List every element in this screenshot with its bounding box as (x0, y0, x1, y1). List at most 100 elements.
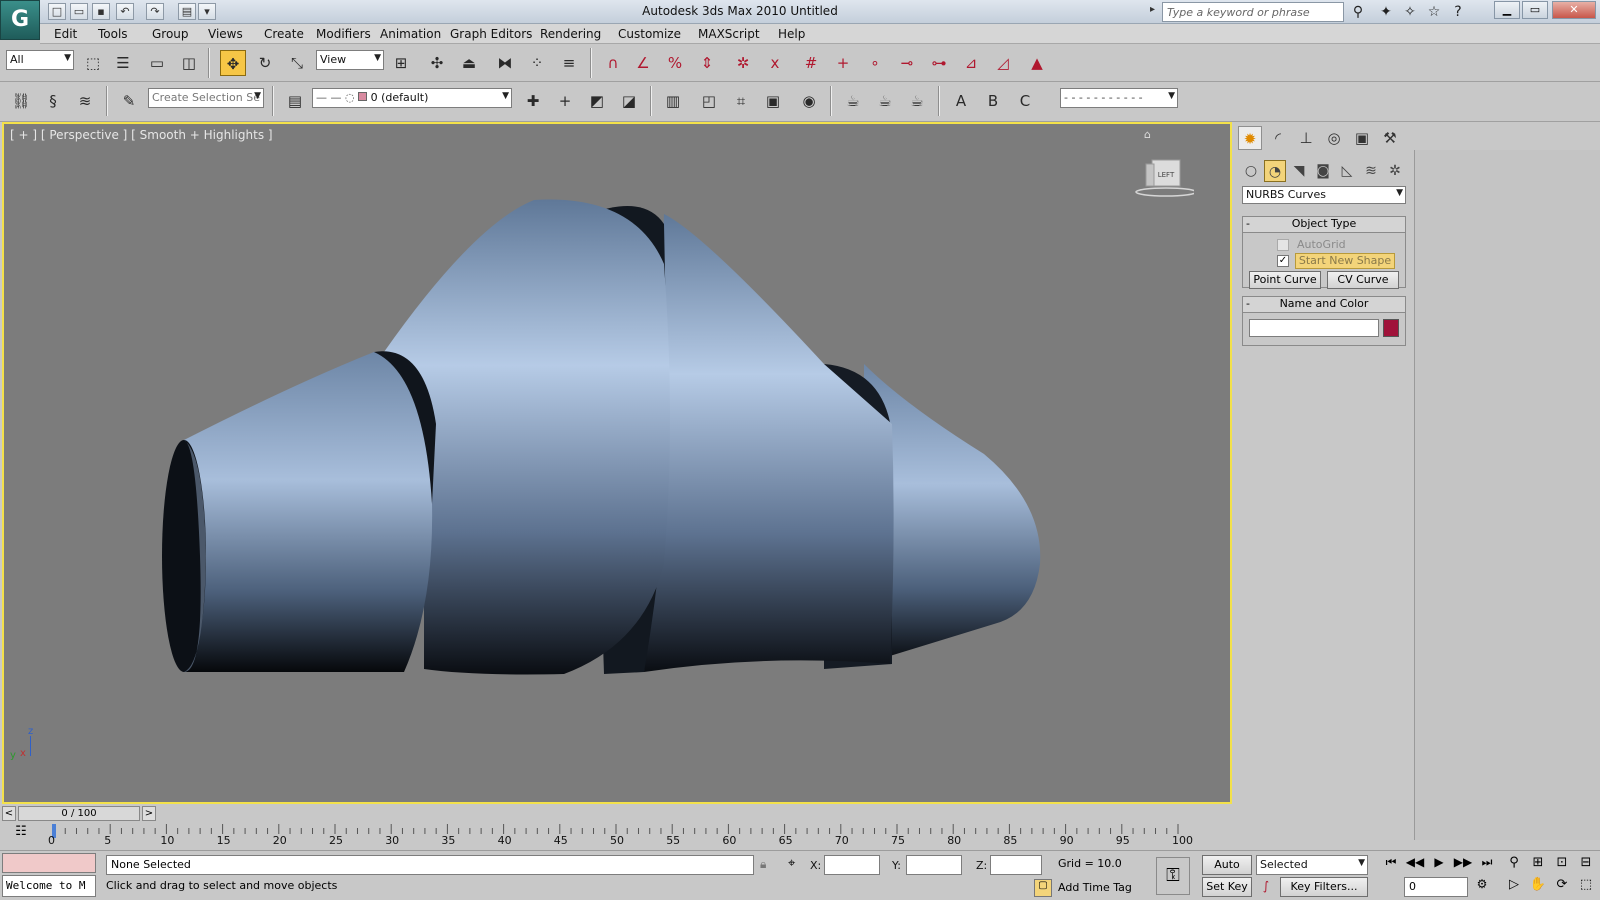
time-slider-prev-button[interactable]: < (2, 806, 16, 821)
cameras-icon[interactable]: ◙ (1312, 160, 1334, 182)
y-coordinate-input[interactable] (906, 855, 962, 875)
selection-lock-icon[interactable]: 🔒︎ (760, 857, 766, 872)
track-bar[interactable]: ☷ 0 5 10 15 20 25 30 35 40 45 50 55 60 65 70 75 80 85 90 95… (0, 822, 1232, 848)
select-by-name-icon[interactable]: ☰ (110, 50, 136, 76)
render-preset-b-icon[interactable]: B (980, 88, 1006, 114)
time-configuration-icon[interactable]: ⚙ (1472, 877, 1492, 897)
zoom-extents-icon[interactable]: ⊡ (1552, 855, 1572, 875)
menu-graph-editors[interactable]: Graph Editors (450, 27, 532, 41)
quick-render-icon[interactable]: ☕ (904, 88, 930, 114)
spinner-snap-icon[interactable]: ⇕ (694, 50, 720, 76)
vertex-snap-icon[interactable]: ∘ (862, 50, 888, 76)
orbit-icon[interactable]: ⟳ (1552, 877, 1572, 897)
xy-constraint-icon[interactable]: ⅹ (762, 50, 788, 76)
binoculars-icon[interactable]: ⚲ (1348, 2, 1368, 22)
next-frame-icon[interactable]: ▶▶ (1452, 855, 1474, 875)
motion-tab-icon[interactable]: ◎ (1322, 126, 1346, 150)
render-preset-c-icon[interactable]: C (1012, 88, 1038, 114)
face-snap-icon[interactable]: ⊶ (926, 50, 952, 76)
pivot-snap-icon[interactable]: + (830, 50, 856, 76)
menu-create[interactable]: Create (264, 27, 304, 41)
time-slider-next-button[interactable]: > (142, 806, 156, 821)
bind-space-warp-icon[interactable]: ≋ (72, 88, 98, 114)
select-and-move-icon[interactable]: ✥ (220, 50, 246, 76)
communication-center-icon[interactable]: ✧ (1400, 2, 1420, 22)
maxscript-listener-top[interactable] (2, 853, 96, 873)
previous-frame-icon[interactable]: ◀◀ (1404, 855, 1426, 875)
object-type-rollout-header[interactable]: - Object Type (1243, 217, 1405, 233)
go-to-end-icon[interactable]: ⏭ (1476, 855, 1498, 875)
render-preset-dropdown[interactable]: - - - - - - - - - - - ▼ (1060, 88, 1178, 108)
select-object-icon[interactable]: ⬚ (80, 50, 106, 76)
quick-access-dropdown-icon[interactable]: ▾ (198, 3, 216, 20)
space-warps-icon[interactable]: ≋ (1360, 160, 1382, 182)
menu-customize[interactable]: Customize (618, 27, 681, 41)
autogrid-checkbox[interactable] (1277, 239, 1289, 251)
edit-named-selection-icon[interactable]: ✎ (116, 88, 142, 114)
modify-tab-icon[interactable]: ◜ (1266, 126, 1290, 150)
tangent-snap-icon[interactable]: ◿ (990, 50, 1016, 76)
cv-curve-button[interactable]: CV Curve (1327, 271, 1399, 289)
window-crossing-icon[interactable]: ◫ (176, 50, 202, 76)
key-mode-dropdown[interactable]: Selected ▼ (1256, 855, 1368, 875)
shapes-icon[interactable]: ◔ (1264, 160, 1286, 182)
redo-icon[interactable]: ↷ (146, 3, 164, 20)
grid-snap-icon[interactable]: # (798, 50, 824, 76)
display-tab-icon[interactable]: ▣ (1350, 126, 1374, 150)
systems-icon[interactable]: ✲ (1384, 160, 1406, 182)
create-layer-icon[interactable]: ✚ (520, 88, 546, 114)
edge-snap-icon[interactable]: ⊸ (894, 50, 920, 76)
mirror-icon[interactable]: ⧓ (492, 50, 518, 76)
geometry-icon[interactable]: ○ (1240, 160, 1262, 182)
add-time-tag-button[interactable]: Add Time Tag (1058, 881, 1132, 894)
scene-explorer-icon[interactable]: ▥ (660, 88, 686, 114)
curve-editor-icon[interactable]: ◰ (696, 88, 722, 114)
name-and-color-rollout-header[interactable]: - Name and Color (1243, 297, 1405, 313)
schematic-view-icon[interactable]: ⌗ (728, 88, 754, 114)
menu-maxscript[interactable]: MAXScript (698, 27, 760, 41)
start-new-shape-checkbox[interactable]: ✓ (1277, 255, 1289, 267)
link-icon[interactable]: ⛓ (8, 88, 34, 114)
x-coordinate-input[interactable] (824, 855, 880, 875)
save-icon[interactable]: ▪ (92, 3, 110, 20)
rectangular-selection-icon[interactable]: ▭ (144, 50, 170, 76)
go-to-start-icon[interactable]: ⏮ (1380, 855, 1402, 875)
application-button[interactable]: G (0, 0, 40, 40)
create-tab-icon[interactable]: ✹ (1238, 126, 1262, 150)
manipulate-icon[interactable]: ✣ (424, 50, 450, 76)
align-icon[interactable]: ≡ (556, 50, 582, 76)
time-tag-icon[interactable]: ▢ (1034, 879, 1052, 897)
maxscript-listener-input[interactable]: Welcome to M (2, 875, 96, 897)
maximize-button[interactable]: ▭ (1522, 1, 1548, 19)
maximize-viewport-icon[interactable]: ⬚ (1576, 877, 1596, 897)
lights-icon[interactable]: ◥ (1288, 160, 1310, 182)
favorites-star-icon[interactable]: ☆ (1424, 2, 1444, 22)
key-filters-button[interactable]: Key Filters... (1280, 877, 1368, 897)
set-current-layer-icon[interactable]: ◪ (616, 88, 642, 114)
layer-manager-icon[interactable]: ▤ (282, 88, 308, 114)
object-category-dropdown[interactable]: NURBS Curves ▼ (1242, 186, 1406, 204)
undo-icon[interactable]: ↶ (116, 3, 134, 20)
auto-key-button[interactable]: Auto Key (1202, 855, 1252, 889)
default-in-out-tangents-icon[interactable]: ∫ (1256, 879, 1276, 897)
menu-animation[interactable]: Animation (380, 27, 441, 41)
angle-snap-icon[interactable]: ∠ (630, 50, 656, 76)
material-editor-icon[interactable]: ▣ (760, 88, 786, 114)
set-key-icon[interactable]: ⚿ (1156, 857, 1190, 895)
search-expand-icon[interactable]: ▸ (1150, 4, 1160, 20)
render-frame-icon[interactable]: ◉ (796, 88, 822, 114)
layer-dropdown[interactable]: — — ◌ 0 (default) ▼ (312, 88, 512, 108)
new-file-icon[interactable]: □ (48, 3, 66, 20)
search-input[interactable]: Type a keyword or phrase (1162, 2, 1344, 22)
perpendicular-snap-icon[interactable]: ⊿ (958, 50, 984, 76)
render-preset-a-icon[interactable]: A (948, 88, 974, 114)
array-icon[interactable]: ⁘ (524, 50, 550, 76)
menu-help[interactable]: Help (778, 27, 805, 41)
selection-filter-dropdown[interactable]: All ▼ (6, 50, 74, 70)
pan-view-icon[interactable]: ✋ (1528, 877, 1548, 897)
unlink-icon[interactable]: § (40, 88, 66, 114)
object-color-swatch[interactable] (1383, 319, 1399, 337)
menu-modifiers[interactable]: Modifiers (316, 27, 371, 41)
close-button[interactable]: ✕ (1552, 1, 1596, 19)
z-coordinate-input[interactable] (990, 855, 1042, 875)
